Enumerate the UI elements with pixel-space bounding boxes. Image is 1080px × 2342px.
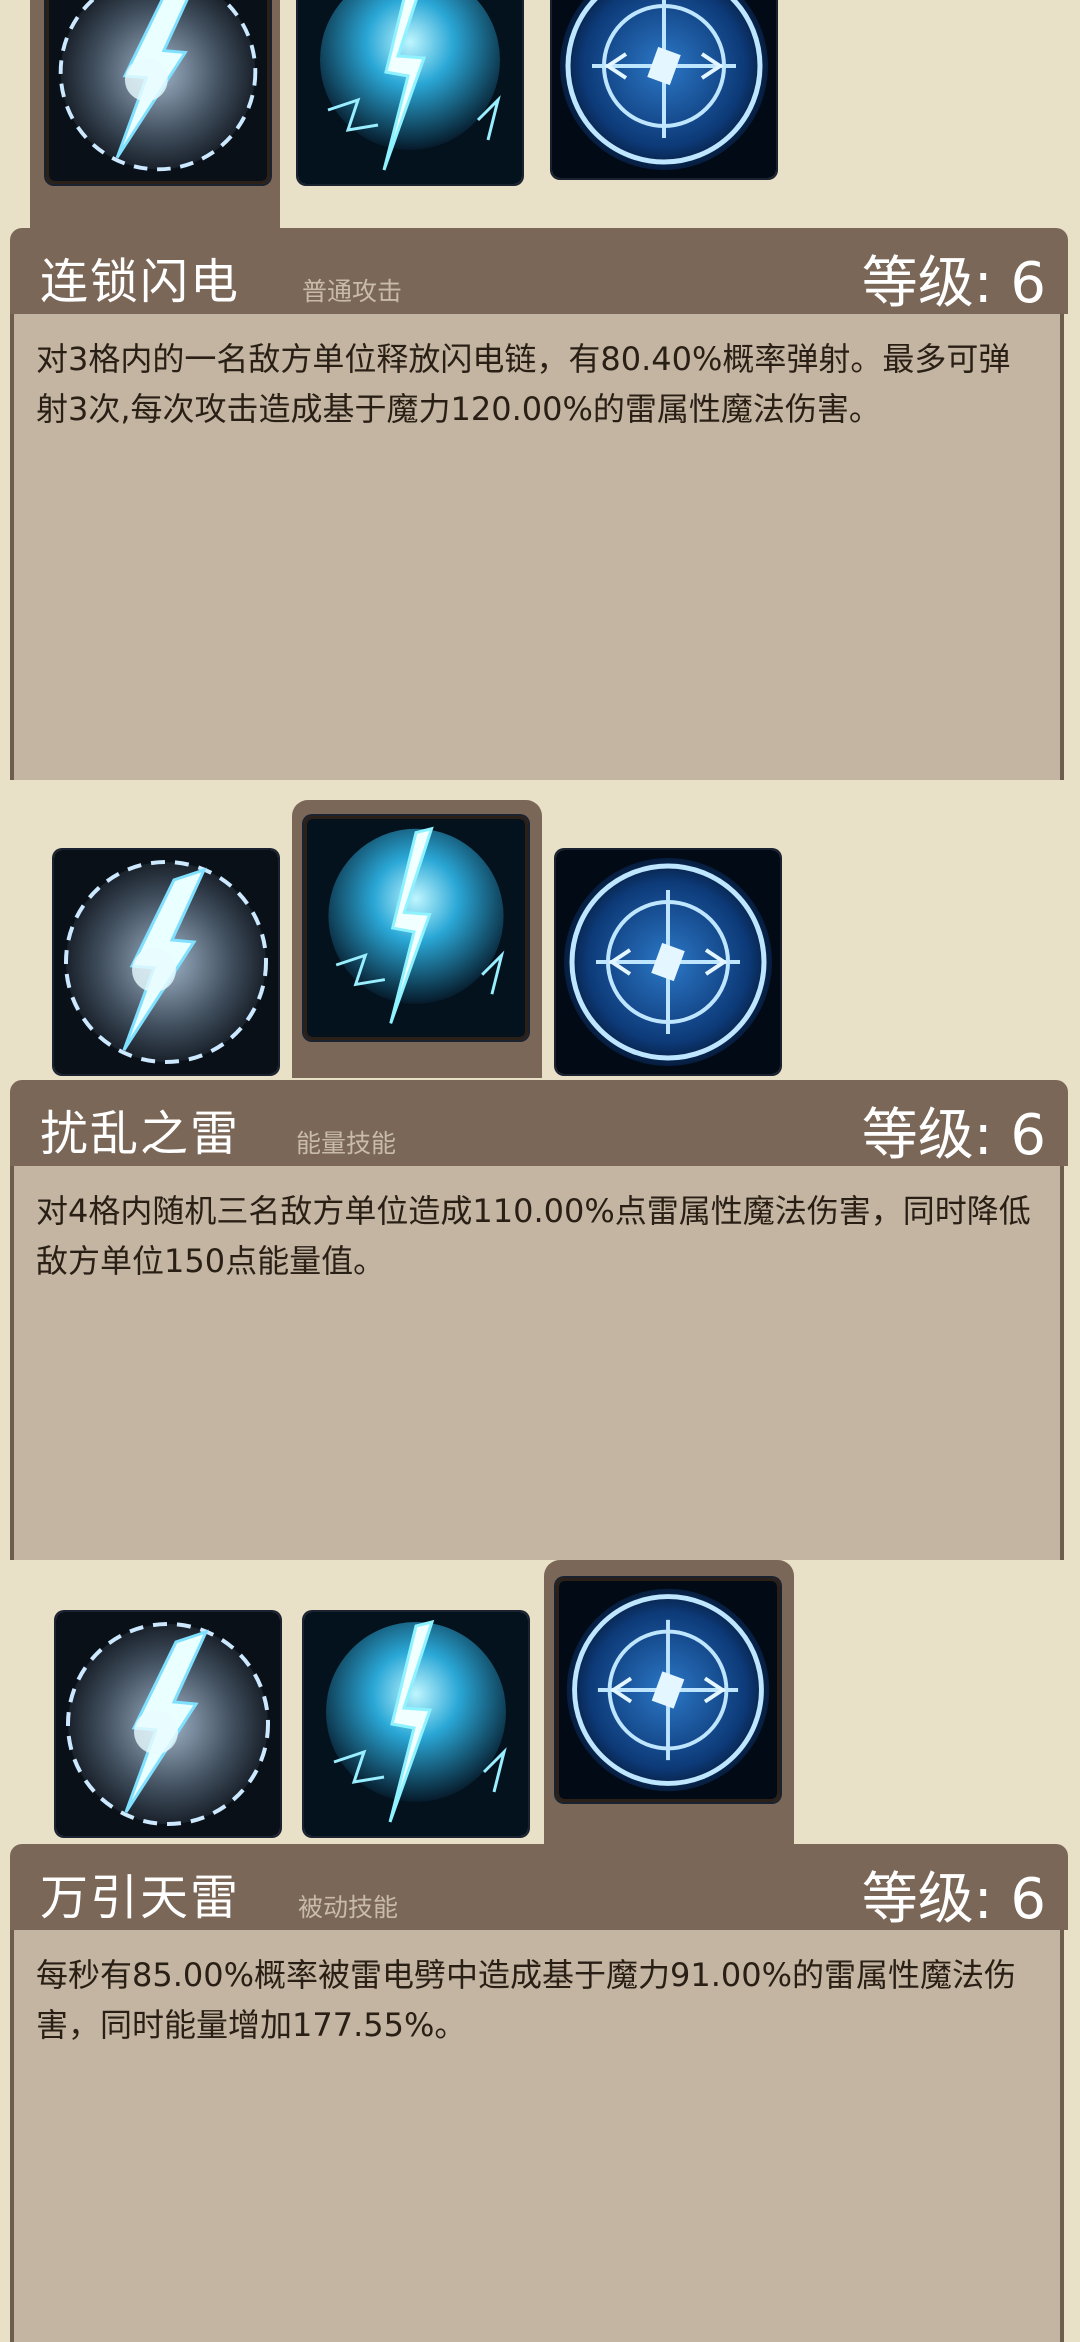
skill-description: 对3格内的一名敌方单位释放闪电链，有80.40%概率弹射。最多可弹射3次,每次攻… — [36, 340, 1011, 428]
skill-description: 每秒有85.00%概率被雷电劈中造成基于魔力91.00%的雷属性魔法伤害，同时能… — [36, 1956, 1017, 2044]
skill-tab-bar — [0, 0, 1080, 230]
skill-header: 扰乱之雷 能量技能 等级: 6 — [10, 1080, 1068, 1168]
skill-header: 连锁闪电 普通攻击 等级: 6 — [10, 228, 1068, 316]
skill-type: 被动技能 — [298, 1893, 399, 1922]
disrupting-thunder-icon[interactable] — [298, 0, 522, 184]
skill-name: 万引天雷 — [40, 1870, 241, 1926]
skill-description-panel: 每秒有85.00%概率被雷电劈中造成基于魔力91.00%的雷属性魔法伤害，同时能… — [10, 1930, 1064, 2342]
skill-description-panel: 对4格内随机三名敌方单位造成110.00%点雷属性魔法伤害，同时降低敌方单位15… — [10, 1166, 1064, 1560]
skill-section-3: 万引天雷 被动技能 等级: 6 每秒有85.00%概率被雷电劈中造成基于魔力91… — [0, 1560, 1080, 2342]
chain-lightning-icon[interactable] — [46, 0, 270, 184]
skill-header: 万引天雷 被动技能 等级: 6 — [10, 1844, 1068, 1932]
skill-type: 能量技能 — [296, 1129, 397, 1158]
skill-tab-bar — [0, 800, 1080, 1078]
skill-description-panel: 对3格内的一名敌方单位释放闪电链，有80.40%概率弹射。最多可弹射3次,每次攻… — [10, 314, 1064, 780]
chain-lightning-icon[interactable] — [56, 1612, 280, 1836]
skill-level: 等级: 6 — [861, 1103, 1046, 1168]
skill-name: 扰乱之雷 — [40, 1106, 241, 1162]
heavenly-thunder-icon[interactable] — [556, 1578, 780, 1802]
skill-description: 对4格内随机三名敌方单位造成110.00%点雷属性魔法伤害，同时降低敌方单位15… — [36, 1192, 1031, 1280]
skill-level: 等级: 6 — [861, 251, 1046, 316]
disrupting-thunder-icon[interactable] — [304, 1612, 528, 1836]
skill-level: 等级: 6 — [861, 1867, 1046, 1932]
heavenly-thunder-icon[interactable] — [552, 0, 776, 178]
skill-tab-bar — [0, 1560, 1080, 1848]
chain-lightning-icon[interactable] — [54, 850, 278, 1074]
skill-section-1: 连锁闪电 普通攻击 等级: 6 对3格内的一名敌方单位释放闪电链，有80.40%… — [0, 0, 1080, 780]
skill-name: 连锁闪电 — [40, 254, 241, 310]
disrupting-thunder-icon[interactable] — [304, 816, 528, 1040]
heavenly-thunder-icon[interactable] — [556, 850, 780, 1074]
skill-section-2: 扰乱之雷 能量技能 等级: 6 对4格内随机三名敌方单位造成110.00%点雷属… — [0, 780, 1080, 1560]
skill-type: 普通攻击 — [302, 277, 403, 306]
